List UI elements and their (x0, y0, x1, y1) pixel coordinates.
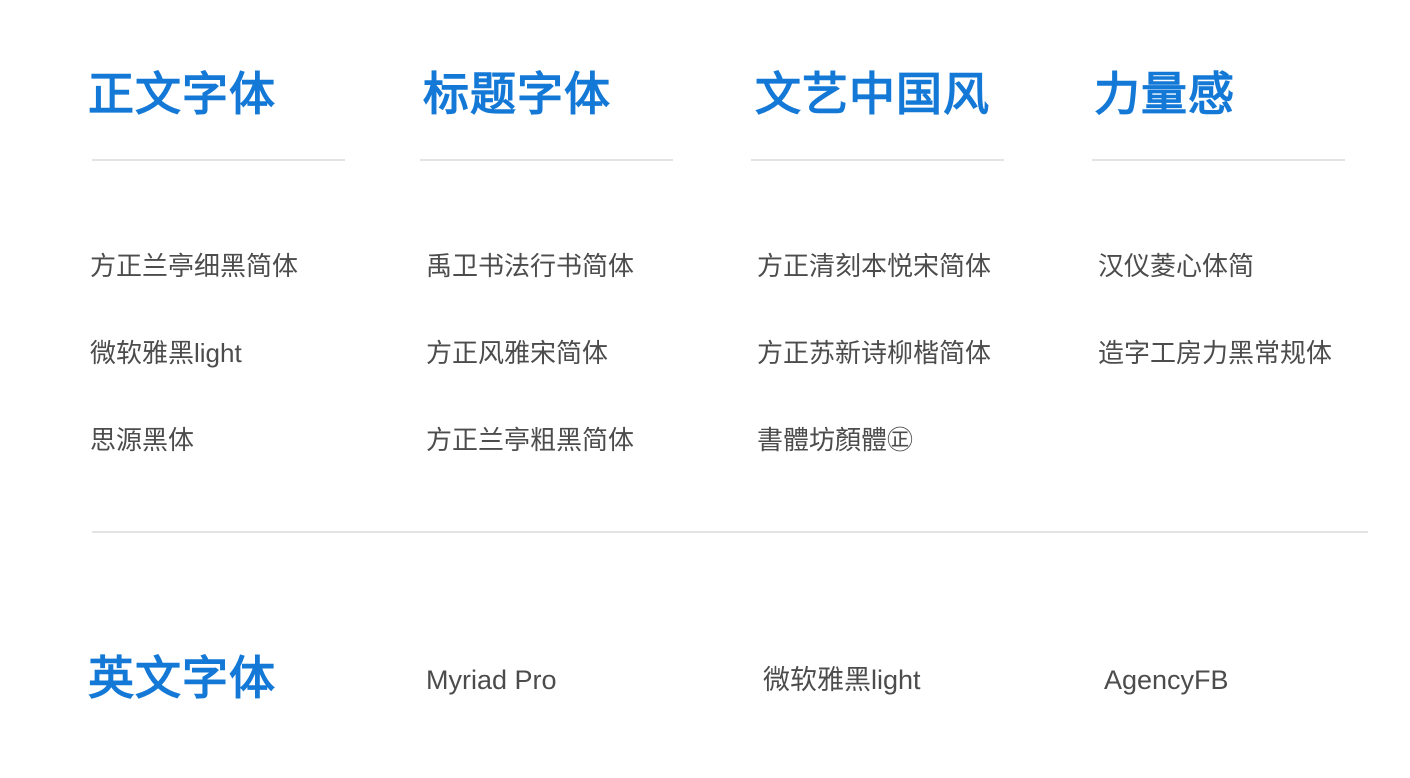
font-name: 微软雅黑light (90, 338, 242, 368)
font-name: 禹卫书法行书简体 (426, 251, 635, 281)
english-font-name: 微软雅黑light (763, 665, 921, 695)
heading-power-fonts: 力量感 (1094, 67, 1235, 121)
font-name: 方正兰亭细黑简体 (90, 251, 299, 281)
font-name: 思源黑体 (90, 425, 195, 455)
chinese-style-font-list: 方正清刻本悦宋简体 方正苏新诗柳楷简体 書體坊顏體㊣ (757, 244, 991, 462)
font-name: 方正苏新诗柳楷简体 (757, 338, 992, 368)
section-divider (92, 531, 1368, 533)
heading-title-fonts: 标题字体 (423, 67, 611, 121)
power-font-list: 汉仪菱心体简 造字工房力黑常规体 (1098, 244, 1332, 375)
english-font-name: Myriad Pro (426, 665, 557, 695)
font-name: 方正清刻本悦宋简体 (757, 251, 992, 281)
font-name: 造字工房力黑常规体 (1098, 338, 1333, 368)
heading-underline (92, 159, 345, 161)
heading-body-fonts: 正文字体 (88, 67, 276, 121)
font-name: 書體坊顏體㊣ (757, 425, 914, 455)
heading-english-fonts: 英文字体 (88, 651, 276, 705)
body-font-list: 方正兰亭细黑简体 微软雅黑light 思源黑体 (90, 244, 298, 462)
font-name: 汉仪菱心体简 (1098, 251, 1255, 281)
heading-underline (751, 159, 1004, 161)
font-name: 方正兰亭粗黑简体 (426, 425, 635, 455)
english-font-name: AgencyFB (1104, 665, 1229, 695)
font-name: 方正风雅宋简体 (426, 338, 609, 368)
heading-underline (420, 159, 673, 161)
heading-chinese-style-fonts: 文艺中国风 (755, 67, 990, 121)
heading-underline (1092, 159, 1345, 161)
title-font-list: 禹卫书法行书简体 方正风雅宋简体 方正兰亭粗黑简体 (426, 244, 634, 462)
